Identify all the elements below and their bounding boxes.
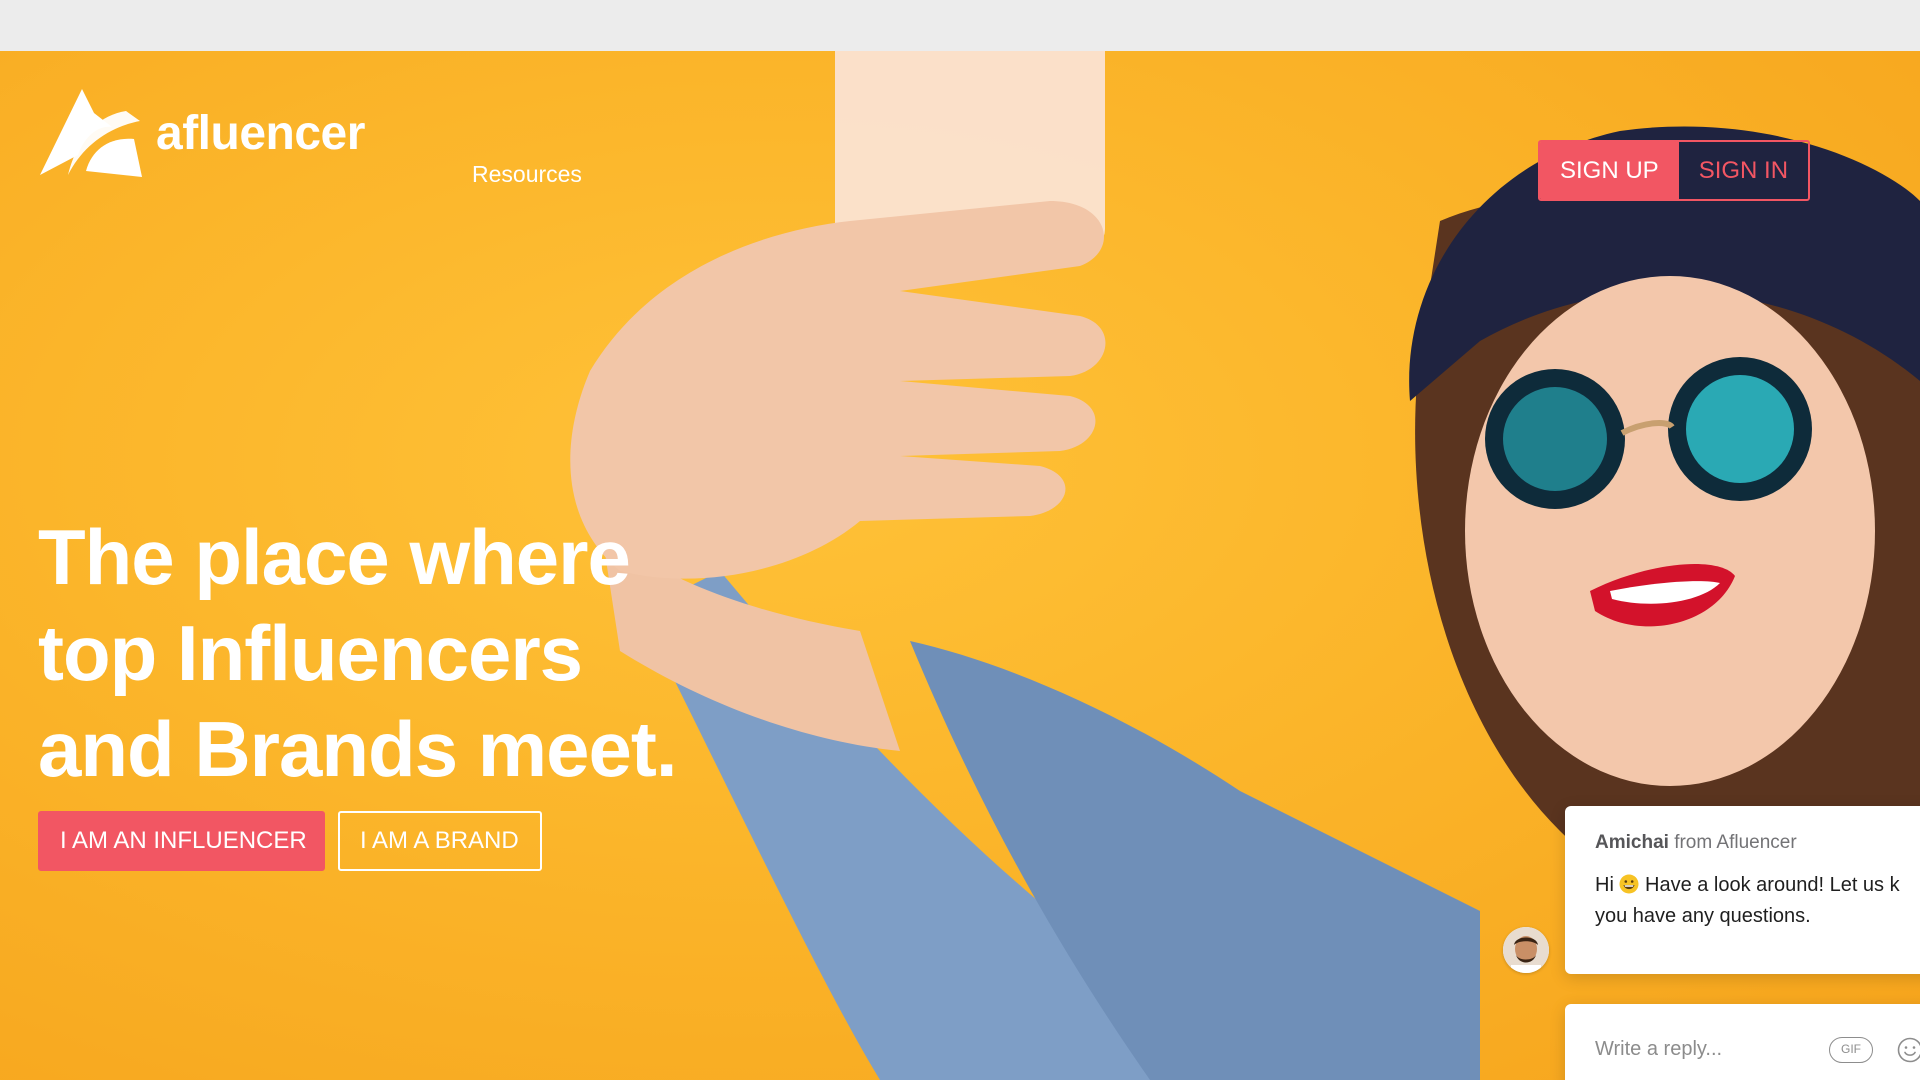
gif-button[interactable]: GIF (1829, 1037, 1873, 1063)
headline-line-2: top Influencers (38, 609, 583, 697)
chat-message-line-2: you have any questions. (1595, 905, 1811, 927)
hero-section: afluencer Resources SIGN UP SIGN IN The … (0, 51, 1920, 1080)
browser-top-strip (0, 0, 1920, 51)
sign-in-button[interactable]: SIGN IN (1679, 142, 1808, 199)
chat-message-rest: Have a look around! Let us k (1639, 874, 1900, 896)
chat-agent-avatar[interactable] (1503, 927, 1549, 973)
chat-sender-suffix: from Afluencer (1668, 832, 1797, 853)
headline-line-1: The place where (38, 513, 631, 601)
page: afluencer Resources SIGN UP SIGN IN The … (0, 0, 1920, 1080)
emoji-picker-icon[interactable] (1897, 1037, 1920, 1063)
influencer-button[interactable]: I AM AN INFLUENCER (38, 811, 325, 871)
chat-sender: Amichai from Afluencer (1595, 832, 1920, 854)
nav-resources-link[interactable]: Resources (472, 161, 582, 188)
chat-message-bubble[interactable]: Amichai from Afluencer Hi Have a look ar… (1565, 806, 1920, 974)
afluencer-logo-icon (40, 89, 142, 177)
headline-line-3: and Brands meet. (38, 705, 678, 793)
hero-headline: The place where top Influencers and Bran… (38, 509, 758, 797)
sign-up-button[interactable]: SIGN UP (1540, 142, 1679, 199)
brand-logo[interactable]: afluencer (38, 87, 365, 179)
chat-message-text: Hi Have a look around! Let us k you have… (1595, 870, 1920, 932)
grinning-face-emoji-icon (1619, 874, 1639, 894)
chat-reply-input[interactable] (1593, 1028, 1807, 1070)
chat-reply-box: GIF (1565, 1004, 1920, 1080)
brand-name: afluencer (156, 106, 365, 160)
auth-buttons: SIGN UP SIGN IN (1538, 140, 1811, 201)
chat-message-start: Hi (1595, 874, 1620, 896)
chat-sender-name: Amichai (1595, 832, 1669, 853)
brand-button[interactable]: I AM A BRAND (338, 811, 542, 871)
